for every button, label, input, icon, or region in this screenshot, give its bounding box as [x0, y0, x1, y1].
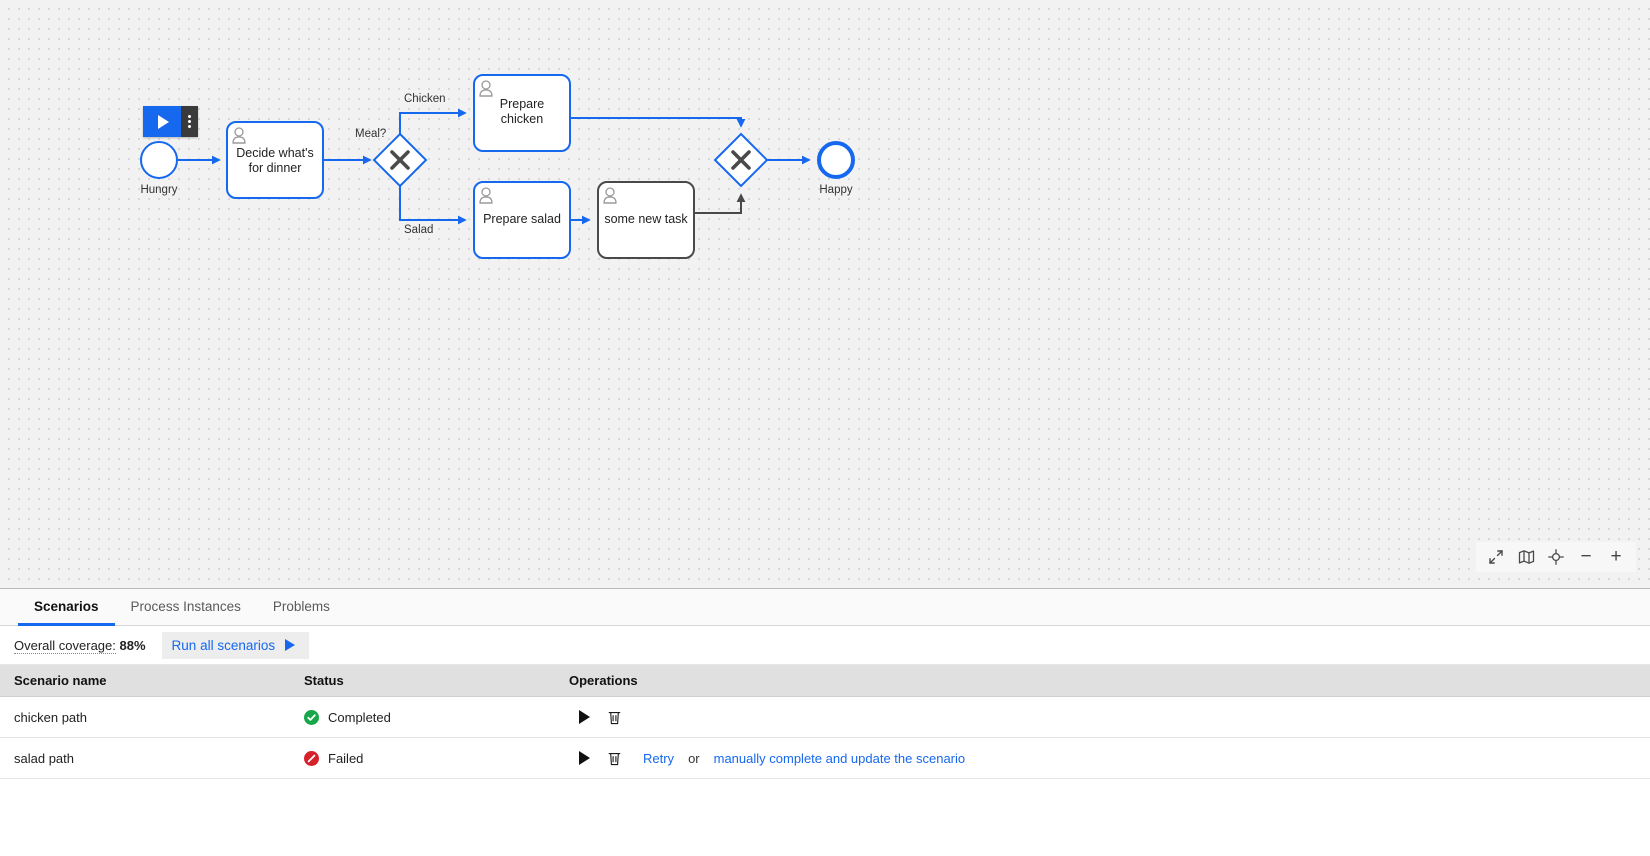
- canvas-toolbar[interactable]: − +: [1476, 542, 1636, 572]
- scenarios-table: Scenario name Status Operations chicken …: [0, 665, 1650, 779]
- node-end-event[interactable]: [817, 141, 855, 179]
- event-label-happy: Happy: [819, 184, 853, 196]
- zoom-in-icon[interactable]: +: [1602, 542, 1630, 572]
- delete-icon[interactable]: [599, 747, 629, 769]
- retry-link[interactable]: Retry: [643, 751, 674, 766]
- reset-zoom-icon[interactable]: [1542, 543, 1570, 571]
- run-all-label: Run all scenarios: [171, 637, 276, 653]
- coverage-label: Overall coverage:: [14, 637, 116, 654]
- cell-status: Completed: [304, 696, 569, 738]
- node-task-prepare-chicken[interactable]: [473, 74, 571, 152]
- table-row[interactable]: salad path Failed Retry or manually comp…: [0, 737, 1650, 779]
- column-header-status: Status: [304, 665, 569, 697]
- node-task-prepare-salad[interactable]: [473, 181, 571, 259]
- bpmn-diagram: [140, 74, 855, 259]
- delete-icon[interactable]: [599, 706, 629, 728]
- node-task-decide[interactable]: [226, 121, 324, 199]
- map-icon[interactable]: [1512, 543, 1540, 571]
- run-all-scenarios-button[interactable]: Run all scenarios: [161, 631, 310, 659]
- bpmn-canvas[interactable]: Decide what's for dinner Prepare chicken…: [0, 0, 1650, 588]
- panel-tabs: Scenarios Process Instances Problems: [0, 589, 1650, 626]
- cell-operations: Retry or manually complete and update th…: [569, 737, 1650, 779]
- node-task-some-new-task[interactable]: [597, 181, 695, 259]
- table-row[interactable]: chicken path Completed: [0, 696, 1650, 738]
- table-header-row: Scenario name Status Operations: [0, 665, 1650, 697]
- run-icon[interactable]: [569, 747, 599, 769]
- play-icon: [285, 639, 296, 651]
- coverage-toolbar: Overall coverage: 88% Run all scenarios: [0, 626, 1650, 665]
- manually-complete-link[interactable]: manually complete and update the scenari…: [714, 751, 966, 766]
- cell-scenario-name: chicken path: [0, 696, 304, 738]
- tab-process-instances[interactable]: Process Instances: [115, 589, 257, 626]
- node-start-event[interactable]: [140, 141, 178, 179]
- cell-operations: [569, 696, 1650, 738]
- coverage-value: 88%: [119, 637, 146, 653]
- column-header-operations: Operations: [569, 665, 1650, 697]
- vertical-dots-icon[interactable]: [181, 106, 198, 137]
- start-event-play-badge[interactable]: [143, 106, 198, 137]
- event-label-hungry: Hungry: [140, 184, 178, 196]
- fit-viewport-icon[interactable]: [1482, 543, 1510, 571]
- status-failure-icon: [304, 750, 319, 766]
- flow-newtask-join: [694, 193, 746, 214]
- play-icon[interactable]: [143, 106, 181, 137]
- flow-label-salad: Salad: [404, 224, 434, 236]
- tab-scenarios[interactable]: Scenarios: [18, 589, 115, 626]
- overall-coverage: Overall coverage: 88%: [14, 637, 146, 654]
- bottom-panel: Scenarios Process Instances Problems Ove…: [0, 588, 1650, 856]
- flow-label-chicken: Chicken: [404, 93, 446, 105]
- flow-chicken-join: [571, 117, 746, 128]
- cell-status: Failed: [304, 737, 569, 779]
- zoom-out-icon[interactable]: −: [1572, 542, 1600, 572]
- tab-problems[interactable]: Problems: [257, 589, 346, 626]
- cell-scenario-name: salad path: [0, 737, 304, 779]
- status-success-icon: [304, 709, 319, 725]
- status-text: Completed: [328, 709, 391, 725]
- flow-split-chicken: [399, 108, 467, 134]
- flow-split-salad: [399, 186, 467, 225]
- status-text: Failed: [328, 750, 364, 766]
- or-separator: or: [688, 750, 700, 766]
- column-header-scenario-name: Scenario name: [0, 665, 304, 697]
- run-icon[interactable]: [569, 706, 599, 728]
- gateway-label-meal: Meal?: [355, 128, 387, 140]
